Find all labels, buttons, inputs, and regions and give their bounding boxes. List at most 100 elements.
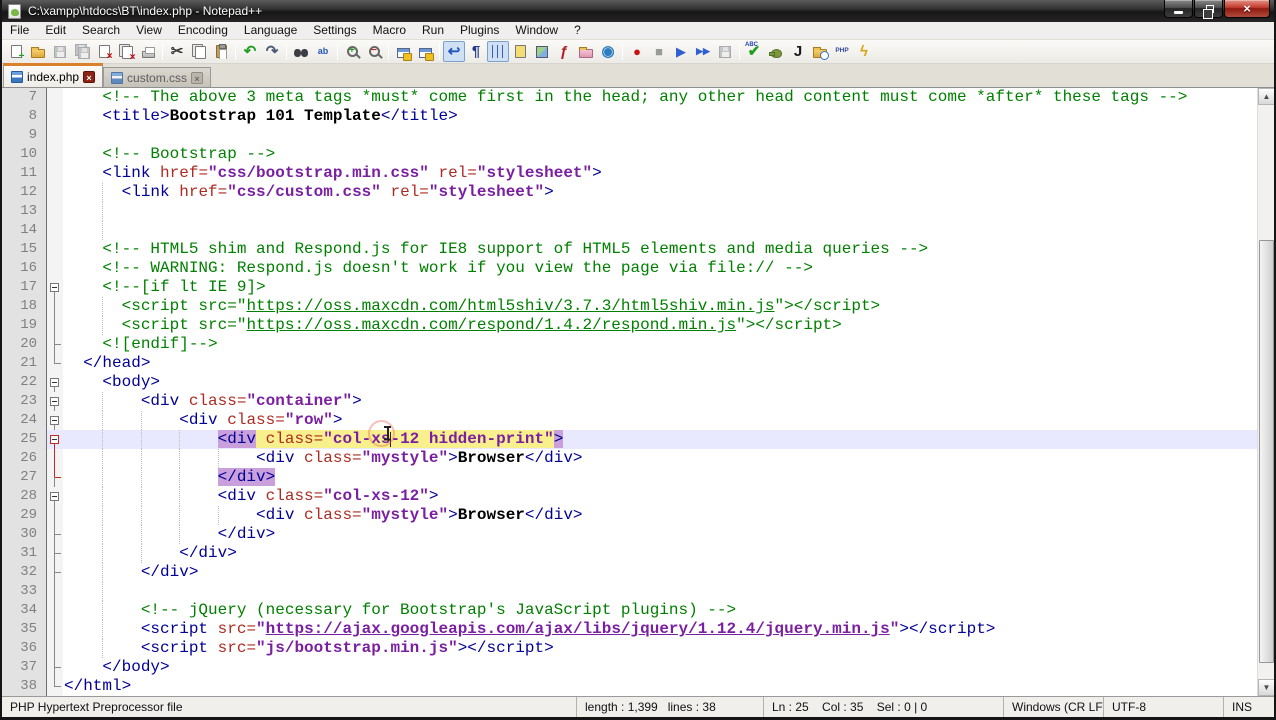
new-file-button[interactable]: + [5, 41, 27, 62]
json-tool-button[interactable]: J [787, 41, 809, 62]
folder-as-workspace-button[interactable] [575, 41, 597, 62]
monitoring-eye-button[interactable]: ◉ [597, 41, 619, 62]
code-text[interactable]: <div class="row"> [63, 411, 1257, 430]
minimize-button[interactable] [1164, 0, 1193, 18]
code-text[interactable]: <script src="https://ajax.googleapis.com… [63, 620, 1257, 639]
code-line[interactable]: 17 <!--[if lt IE 9]> [2, 278, 1257, 297]
code-text[interactable]: <script src="https://oss.maxcdn.com/resp… [63, 316, 1257, 335]
macro-stop-button[interactable]: ■ [648, 41, 670, 62]
code-line[interactable]: 9 [2, 126, 1257, 145]
editor-pane[interactable]: 7 <!-- The above 3 meta tags *must* come… [2, 88, 1274, 696]
code-line[interactable]: 33 [2, 582, 1257, 601]
function-list-button[interactable]: ƒ [553, 41, 575, 62]
code-text[interactable]: </head> [63, 354, 1257, 373]
save-button[interactable] [49, 41, 71, 62]
save-all-button[interactable] [71, 41, 93, 62]
word-wrap-button[interactable]: ↩ [443, 41, 465, 62]
code-text[interactable]: <!-- WARNING: Respond.js doesn't work if… [63, 259, 1257, 278]
code-line[interactable]: 13 [2, 202, 1257, 221]
fold-marker[interactable] [47, 487, 63, 506]
code-line[interactable]: 20 <![endif]--> [2, 335, 1257, 354]
code-line[interactable]: 15 <!-- HTML5 shim and Respond.js for IE… [2, 240, 1257, 259]
close-all-button[interactable]: × [115, 41, 137, 63]
fold-marker[interactable] [47, 278, 63, 297]
explorer-plugin-button[interactable] [809, 41, 831, 62]
macro-run-multiple-button[interactable]: ▶▶ [692, 41, 714, 62]
code-text[interactable]: <!--[if lt IE 9]> [63, 278, 1257, 297]
restore-button[interactable] [1194, 0, 1223, 19]
fold-marker[interactable] [47, 430, 63, 449]
code-line[interactable]: 7 <!-- The above 3 meta tags *must* come… [2, 88, 1257, 107]
find-button[interactable] [290, 41, 312, 62]
open-file-button[interactable] [27, 41, 49, 62]
menu-item-view[interactable]: View [128, 22, 170, 39]
macro-play-button[interactable]: ▶ [670, 41, 692, 62]
code-text[interactable]: <link href="css/bootstrap.min.css" rel="… [63, 164, 1257, 183]
code-line[interactable]: 28 <div class="col-xs-12"> [2, 487, 1257, 506]
code-text[interactable]: </div> [63, 468, 1257, 487]
code-text[interactable]: <div class="container"> [63, 392, 1257, 411]
code-line[interactable]: 34 <!-- jQuery (necessary for Bootstrap'… [2, 601, 1257, 620]
macro-record-button[interactable]: ● [626, 41, 648, 62]
undo-button[interactable]: ↶ [239, 41, 261, 62]
code-text[interactable]: <body> [63, 373, 1257, 392]
code-text[interactable]: <link href="css/custom.css" rel="stylesh… [63, 183, 1257, 202]
code-text[interactable] [63, 202, 1257, 221]
close-button[interactable]: × [1224, 0, 1270, 18]
menu-item-run[interactable]: Run [414, 22, 452, 39]
scrollbar-thumb[interactable] [1258, 240, 1274, 663]
code-line[interactable]: 27 </div> [2, 468, 1257, 487]
menu-item-edit[interactable]: Edit [37, 22, 74, 39]
code-text[interactable]: <script src="https://oss.maxcdn.com/html… [63, 297, 1257, 316]
run-script-button[interactable]: ϟ [853, 41, 875, 62]
macro-save-button[interactable] [714, 41, 736, 62]
code-text[interactable]: <!-- Bootstrap --> [63, 145, 1257, 164]
close-file-button[interactable]: × [93, 41, 115, 62]
indent-guide-button[interactable] [487, 41, 509, 62]
show-all-characters-button[interactable]: ¶ [465, 41, 487, 62]
sync-vertical-button[interactable] [392, 41, 414, 62]
code-text[interactable]: <!-- HTML5 shim and Respond.js for IE8 s… [63, 240, 1257, 259]
menu-item-language[interactable]: Language [236, 22, 305, 39]
document-map-button[interactable] [531, 41, 553, 62]
sync-horizontal-button[interactable] [414, 41, 436, 62]
code-text[interactable]: <title>Bootstrap 101 Template</title> [63, 107, 1257, 126]
vertical-scrollbar[interactable]: ▲ ▼ [1257, 88, 1274, 696]
code-line[interactable]: 25 <div class="col-xs-12 hidden-print"> [2, 430, 1257, 449]
copy-button[interactable] [188, 41, 210, 62]
code-text[interactable]: <div class="mystyle">Browser</div> [63, 449, 1257, 468]
teapot-plugin-button[interactable] [765, 41, 787, 62]
code-line[interactable]: 29 <div class="mystyle">Browser</div> [2, 506, 1257, 525]
tab-custom-css[interactable]: custom.css × [103, 67, 212, 87]
replace-button[interactable]: ab [312, 41, 334, 62]
code-text[interactable]: <![endif]--> [63, 335, 1257, 354]
menu-item-settings[interactable]: Settings [305, 22, 364, 39]
code-line[interactable]: 14 [2, 221, 1257, 240]
code-text[interactable]: <script src="js/bootstrap.min.js"></scri… [63, 639, 1257, 658]
code-text[interactable]: </html> [63, 677, 1257, 696]
code-line[interactable]: 30 </div> [2, 525, 1257, 544]
code-text[interactable]: <!-- The above 3 meta tags *must* come f… [63, 88, 1257, 107]
code-text[interactable]: </div> [63, 563, 1257, 582]
code-line[interactable]: 19 <script src="https://oss.maxcdn.com/r… [2, 316, 1257, 335]
spell-check-button[interactable]: ✔ ABC [743, 41, 765, 62]
code-line[interactable]: 21 </head> [2, 354, 1257, 373]
code-line[interactable]: 18 <script src="https://oss.maxcdn.com/h… [2, 297, 1257, 316]
fold-marker[interactable] [47, 373, 63, 392]
code-line[interactable]: 31 </div> [2, 544, 1257, 563]
redo-button[interactable]: ↷ [261, 41, 283, 62]
code-text[interactable]: <!-- jQuery (necessary for Bootstrap's J… [63, 601, 1257, 620]
menu-item-encoding[interactable]: Encoding [170, 22, 236, 39]
code-line[interactable]: 11 <link href="css/bootstrap.min.css" re… [2, 164, 1257, 183]
zoom-in-button[interactable]: + [341, 41, 363, 62]
code-line[interactable]: 35 <script src="https://ajax.googleapis.… [2, 620, 1257, 639]
code-text[interactable]: <div class="col-xs-12"> [63, 487, 1257, 506]
code-line[interactable]: 8 <title>Bootstrap 101 Template</title> [2, 107, 1257, 126]
tab-index-php[interactable]: index.php × [3, 63, 104, 87]
paste-button[interactable] [210, 41, 232, 62]
zoom-out-button[interactable]: − [363, 41, 385, 62]
menu-item-search[interactable]: Search [74, 22, 128, 39]
scroll-down-button[interactable]: ▼ [1258, 679, 1274, 696]
scroll-up-button[interactable]: ▲ [1258, 88, 1274, 105]
code-line[interactable]: 10 <!-- Bootstrap --> [2, 145, 1257, 164]
